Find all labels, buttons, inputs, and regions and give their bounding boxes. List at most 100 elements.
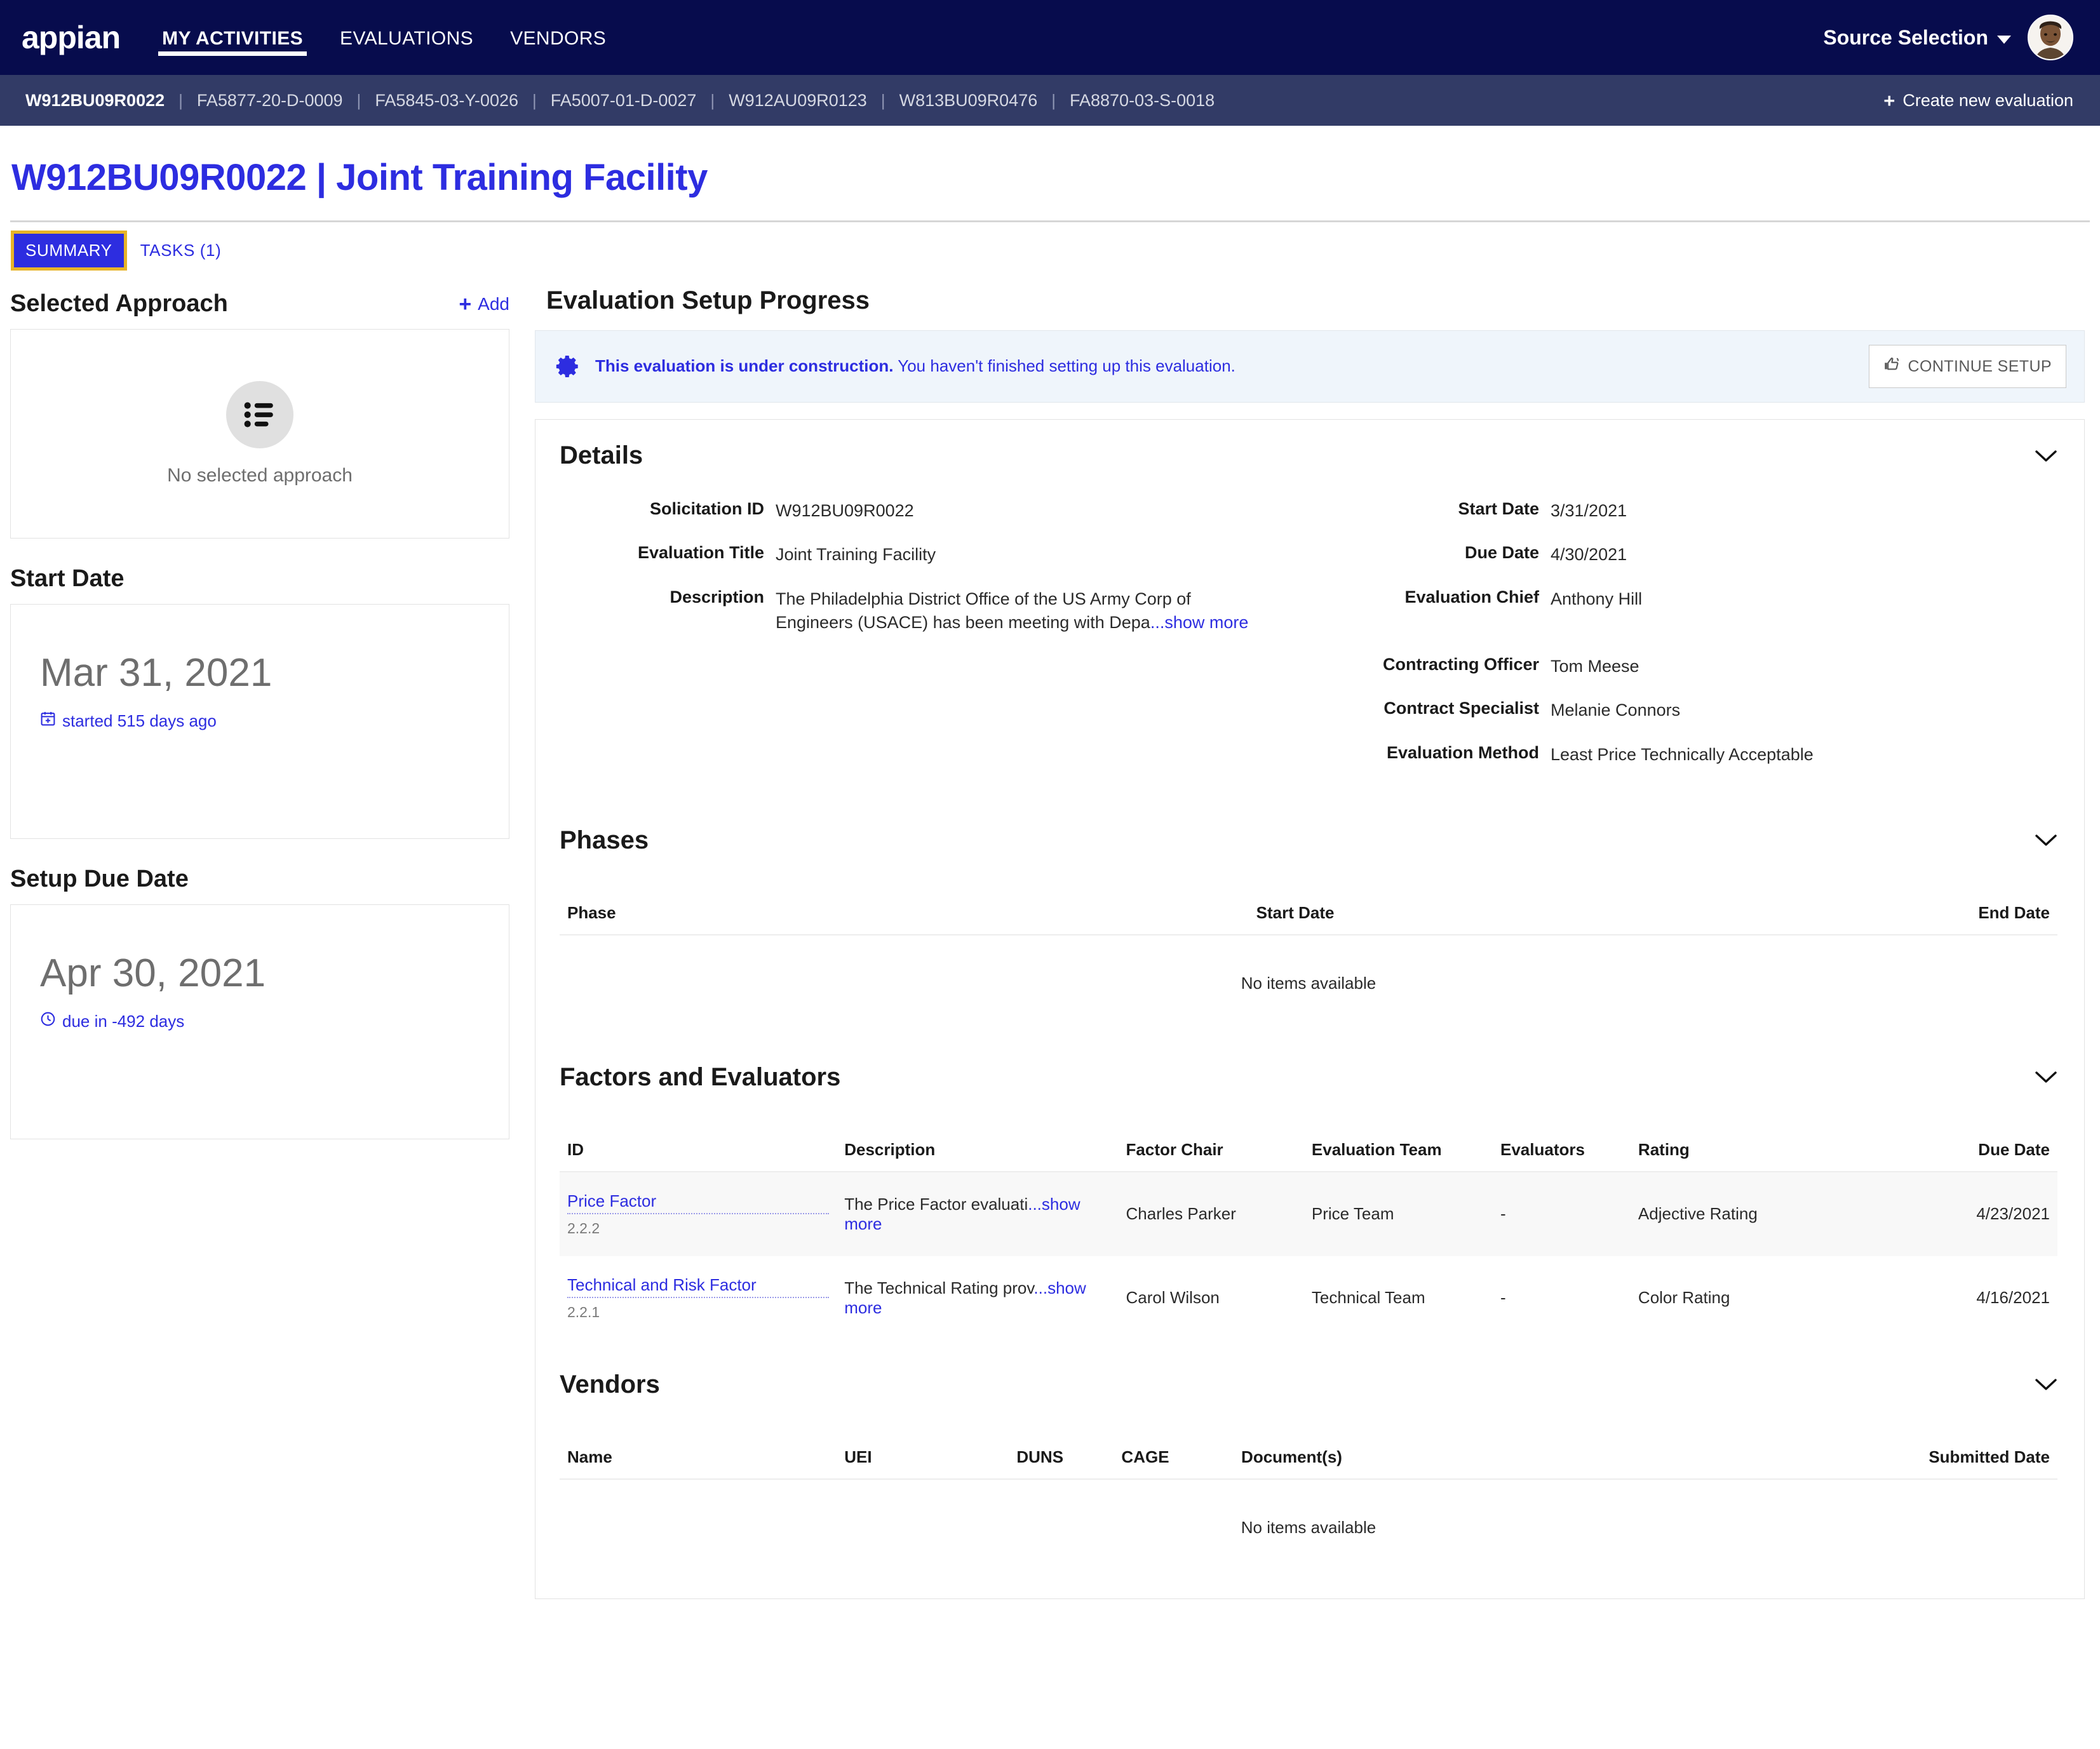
factors-table: ID Description Factor Chair Evaluation T… <box>560 1130 2057 1340</box>
crumb-separator: | <box>356 90 361 110</box>
banner-message-normal: You haven't finished setting up this eva… <box>893 356 1235 376</box>
factors-col-evaluation-team: Evaluation Team <box>1303 1130 1493 1172</box>
add-approach-button[interactable]: + Add <box>459 293 509 315</box>
factor-description-text: The Technical Rating prov <box>844 1278 1034 1297</box>
nav-evaluations[interactable]: EVALUATIONS <box>336 3 477 72</box>
field-value-evaluation-chief: Anthony Hill <box>1551 589 1643 608</box>
primary-nav: MY ACTIVITIES EVALUATIONS VENDORS <box>158 0 610 75</box>
tab-tasks[interactable]: TASKS (1) <box>129 234 233 267</box>
field-label-description: Description <box>670 587 764 606</box>
tab-summary[interactable]: SUMMARY <box>11 231 127 271</box>
table-empty-row: No items available <box>560 935 2057 1033</box>
crumb-item-6[interactable]: FA8870-03-S-0018 <box>1056 91 1228 111</box>
add-approach-label: Add <box>478 294 509 314</box>
field-label-solicitation-id: Solicitation ID <box>649 499 764 518</box>
plus-icon: + <box>1883 89 1895 112</box>
chevron-down-icon[interactable] <box>2033 1069 2059 1085</box>
details-section-header: Details <box>535 420 2084 476</box>
factor-link-price[interactable]: Price Factor <box>567 1191 830 1214</box>
setup-due-date-sub-label: due in -492 days <box>62 1011 185 1031</box>
details-fields: Solicitation ID W912BU09R0022 Start Date… <box>535 476 2084 805</box>
field-value-contracting-officer: Tom Meese <box>1551 657 1639 676</box>
factors-cell-description: The Technical Rating prov...show more <box>837 1256 1118 1340</box>
field-value-evaluation-title: Joint Training Facility <box>776 545 936 565</box>
crumb-separator: | <box>178 90 183 110</box>
start-date-header: Start Date <box>10 539 522 604</box>
field-value-start-date: 3/31/2021 <box>1551 501 1627 520</box>
crumb-item-1[interactable]: FA5877-20-D-0009 <box>183 91 357 111</box>
vendors-col-name: Name <box>560 1438 837 1480</box>
crumb-item-2[interactable]: FA5845-03-Y-0026 <box>361 91 532 111</box>
details-panel: Details Solicitation ID W912BU09R0022 St… <box>535 419 2085 1599</box>
selected-approach-header: Selected Approach + Add <box>10 281 522 329</box>
phases-table-wrap: Phase Start Date End Date No items avail… <box>535 861 2084 1033</box>
crumb-item-5[interactable]: W813BU09R0476 <box>885 91 1052 111</box>
setup-due-date-header: Setup Due Date <box>10 839 522 904</box>
factors-col-id: ID <box>560 1130 837 1172</box>
selected-approach-card: No selected approach <box>10 329 509 539</box>
chevron-down-icon[interactable] <box>2033 832 2059 848</box>
field-label-evaluation-method: Evaluation Method <box>1386 742 1539 762</box>
factors-col-evaluators: Evaluators <box>1493 1130 1631 1172</box>
factors-cell-evaluators: - <box>1500 1288 1506 1308</box>
factors-cell-evaluation-team: Technical Team <box>1311 1288 1425 1308</box>
field-value-evaluation-method: Least Price Technically Acceptable <box>1551 744 1814 764</box>
table-header-row: ID Description Factor Chair Evaluation T… <box>560 1130 2057 1172</box>
right-content: Evaluation Setup Progress This evaluatio… <box>522 281 2085 1599</box>
start-date-card: Mar 31, 2021 started 515 days ago <box>10 604 509 839</box>
tab-bar: SUMMARY TASKS (1) <box>0 222 2100 271</box>
clock-icon <box>40 1011 56 1031</box>
crumb-separator: | <box>880 90 885 110</box>
avatar[interactable] <box>2028 15 2073 60</box>
crumb-item-3[interactable]: FA5007-01-D-0027 <box>537 91 711 111</box>
start-date-title: Start Date <box>10 565 125 592</box>
crumb-separator: | <box>710 90 715 110</box>
crumb-item-0[interactable]: W912BU09R0022 <box>11 91 178 111</box>
list-icon <box>226 381 293 448</box>
description-show-more-link[interactable]: ...show more <box>1150 613 1249 632</box>
crumb-item-4[interactable]: W912AU09R0123 <box>715 91 881 111</box>
create-new-evaluation-button[interactable]: + Create new evaluation <box>1883 91 2073 111</box>
site-selector[interactable]: Source Selection <box>1823 26 2011 50</box>
table-header-row: Name UEI DUNS CAGE Document(s) Submitted… <box>560 1438 2057 1480</box>
calendar-icon <box>40 711 56 731</box>
site-selector-label: Source Selection <box>1823 25 1988 49</box>
phases-empty-text: No items available <box>1241 973 1376 993</box>
field-label-due-date: Due Date <box>1464 543 1539 563</box>
nav-my-activities[interactable]: MY ACTIVITIES <box>158 3 307 72</box>
chevron-down-icon[interactable] <box>2033 1376 2059 1393</box>
field-label-start-date: Start Date <box>1458 499 1539 518</box>
vendors-empty-text: No items available <box>1241 1517 1376 1537</box>
vendors-col-duns: DUNS <box>1009 1438 1114 1480</box>
appian-logo: appian <box>22 20 121 55</box>
setup-due-date-title: Setup Due Date <box>10 866 189 892</box>
nav-vendors[interactable]: VENDORS <box>506 3 610 72</box>
description-text: The Philadelphia District Office of the … <box>776 589 1191 632</box>
phases-section-header: Phases <box>535 805 2084 861</box>
factor-link-technical-and-risk[interactable]: Technical and Risk Factor <box>567 1275 830 1298</box>
topnav-right-group: Source Selection <box>1823 15 2073 60</box>
table-header-row: Phase Start Date End Date <box>560 894 2057 935</box>
banner-message: This evaluation is under construction. Y… <box>595 356 1235 377</box>
vendors-table-wrap: Name UEI DUNS CAGE Document(s) Submitted… <box>535 1405 2084 1577</box>
chevron-down-icon[interactable] <box>2033 448 2059 464</box>
factors-col-rating: Rating <box>1630 1130 1841 1172</box>
setup-due-date-value: Apr 30, 2021 <box>40 951 266 995</box>
selected-approach-title: Selected Approach <box>10 290 228 317</box>
phases-table: Phase Start Date End Date No items avail… <box>560 894 2057 1033</box>
continue-setup-button[interactable]: CONTINUE SETUP <box>1868 345 2066 388</box>
page-header: W912BU09R0022 | Joint Training Facility <box>0 126 2100 220</box>
factor-sub-id: 2.2.2 <box>567 1219 600 1236</box>
top-navigation-bar: appian MY ACTIVITIES EVALUATIONS VENDORS… <box>0 0 2100 75</box>
factors-col-description: Description <box>837 1130 1119 1172</box>
crumb-separator: | <box>1051 90 1056 110</box>
evaluation-crumb-bar: W912BU09R0022 | FA5877-20-D-0009 | FA584… <box>0 75 2100 126</box>
phases-title: Phases <box>560 826 649 854</box>
vendors-section-header: Vendors <box>535 1340 2084 1405</box>
factors-cell-factor-chair: Charles Parker <box>1118 1171 1304 1256</box>
